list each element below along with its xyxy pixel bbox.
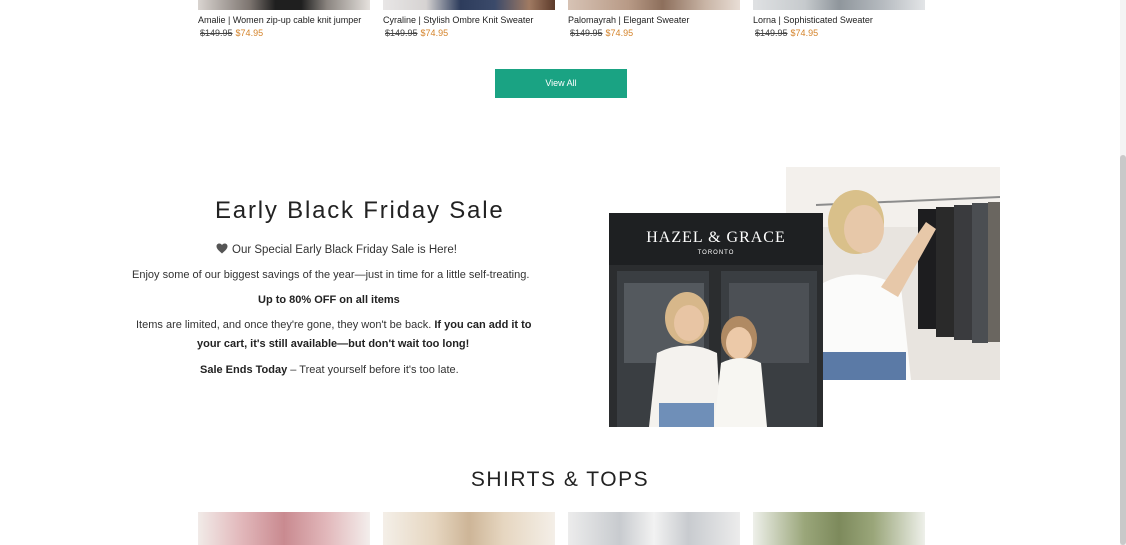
product-card[interactable]: Cyraline | Stylish Ombre Knit Sweater $1…	[383, 0, 555, 39]
discount-headline: Up to 80% OFF on all items	[258, 294, 400, 306]
product-image[interactable]	[568, 512, 740, 545]
sale-ends-row: Sale Ends Today – Treat yourself before …	[200, 364, 459, 376]
product-name[interactable]: Amalie | Women zip-up cable knit jumper	[198, 14, 370, 26]
scrollbar-thumb[interactable]	[1120, 155, 1126, 545]
original-price: $149.95	[385, 28, 418, 38]
promo-title: Early Black Friday Sale	[215, 197, 505, 224]
section-title-shirts-tops: SHIRTS & TOPS	[470, 468, 650, 491]
product-name[interactable]: Lorna | Sophisticated Sweater	[753, 14, 925, 26]
product-card[interactable]: Lorna | Sophisticated Sweater $149.95 $74…	[753, 0, 925, 39]
promo-subtitle-row: Our Special Early Black Friday Sale is H…	[216, 243, 457, 256]
sale-price: $74.95	[605, 28, 634, 38]
cart-notice-start: If you can add it to	[434, 319, 532, 331]
promo-description: Enjoy some of our biggest savings of the…	[132, 269, 530, 281]
sale-price: $74.95	[790, 28, 819, 38]
product-image[interactable]	[198, 512, 370, 545]
product-image[interactable]	[383, 512, 555, 545]
product-image[interactable]	[568, 0, 740, 10]
promo-subtitle: Our Special Early Black Friday Sale is H…	[232, 244, 457, 256]
sale-price: $74.95	[235, 28, 264, 38]
heart-icon	[216, 243, 228, 254]
product-name[interactable]: Cyraline | Stylish Ombre Knit Sweater	[383, 14, 555, 26]
limited-items-text: Items are limited, and once they're gone…	[136, 319, 432, 331]
product-image[interactable]	[383, 0, 555, 10]
product-image[interactable]	[198, 0, 370, 10]
store-sign: HAZEL & GRACE	[646, 229, 786, 246]
product-image[interactable]	[753, 512, 925, 545]
view-all-button[interactable]: View All	[495, 69, 627, 98]
product-card[interactable]: Palomayrah | Elegant Sweater $149.95 $74.…	[568, 0, 740, 39]
cart-notice-end: your cart, it's still available—but don'…	[197, 338, 470, 350]
product-name[interactable]: Palomayrah | Elegant Sweater	[568, 14, 740, 26]
sale-price: $74.95	[420, 28, 449, 38]
original-price: $149.95	[200, 28, 233, 38]
limited-items-row: Items are limited, and once they're gone…	[136, 319, 532, 331]
product-card[interactable]: Amalie | Women zip-up cable knit jumper …	[198, 0, 370, 39]
product-image[interactable]	[753, 0, 925, 10]
scrollbar[interactable]	[1120, 0, 1126, 545]
promo-photo-storefront: HAZEL & GRACE TORONTO	[609, 213, 823, 427]
store-city: TORONTO	[698, 250, 735, 256]
sale-ends-text: – Treat yourself before it's too late.	[290, 364, 459, 376]
sale-ends-label: Sale Ends Today	[200, 364, 288, 376]
original-price: $149.95	[570, 28, 603, 38]
original-price: $149.95	[755, 28, 788, 38]
